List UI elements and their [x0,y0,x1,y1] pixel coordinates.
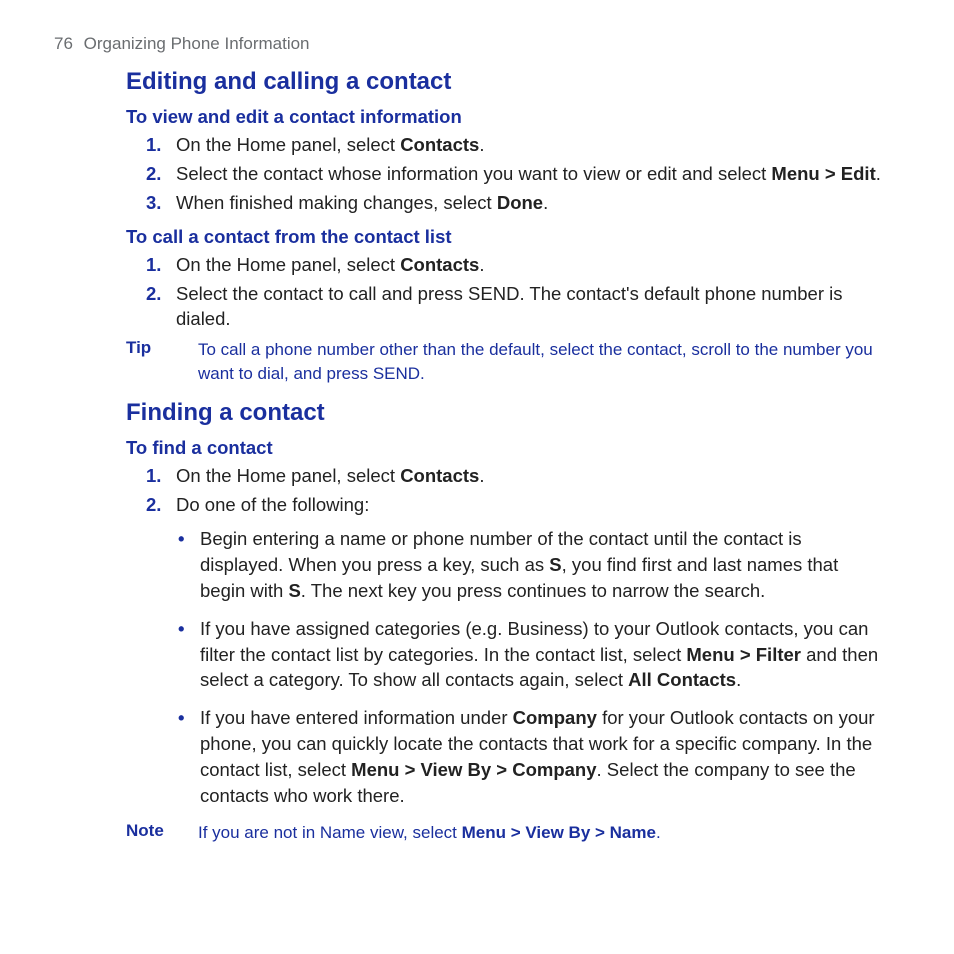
bullet-item: Begin entering a name or phone number of… [200,526,884,604]
note-block: Note If you are not in Name view, select… [126,821,884,844]
page-content: Editing and calling a contact To view an… [126,68,884,844]
note-label: Note [126,821,172,841]
step-item: Do one of the following: [172,492,884,518]
note-body: If you are not in Name view, select Menu… [198,821,884,844]
step-item: On the Home panel, select Contacts. [172,463,884,489]
step-item: On the Home panel, select Contacts. [172,132,884,158]
bullet-item: If you have assigned categories (e.g. Bu… [200,616,884,694]
running-header: 76 Organizing Phone Information [54,34,894,54]
section-heading: Editing and calling a contact [126,68,884,96]
tip-label: Tip [126,338,172,358]
task-heading: To view and edit a contact information [126,106,884,128]
task-heading: To call a contact from the contact list [126,226,884,248]
step-item: On the Home panel, select Contacts. [172,252,884,278]
tip-body: To call a phone number other than the de… [198,338,884,385]
step-item: When finished making changes, select Don… [172,190,884,216]
step-item: Select the contact to call and press SEN… [172,281,884,333]
manual-page: 76 Organizing Phone Information Editing … [0,0,954,898]
chapter-title: Organizing Phone Information [84,34,310,53]
section-heading: Finding a contact [126,399,884,427]
step-item: Select the contact whose information you… [172,161,884,187]
step-list: On the Home panel, select Contacts. Do o… [126,463,884,518]
bullet-list: Begin entering a name or phone number of… [126,526,884,809]
bullet-item: If you have entered information under Co… [200,705,884,809]
task-heading: To find a contact [126,437,884,459]
step-list: On the Home panel, select Contacts. Sele… [126,252,884,333]
tip-block: Tip To call a phone number other than th… [126,338,884,385]
step-list: On the Home panel, select Contacts. Sele… [126,132,884,216]
page-number: 76 [54,34,73,53]
